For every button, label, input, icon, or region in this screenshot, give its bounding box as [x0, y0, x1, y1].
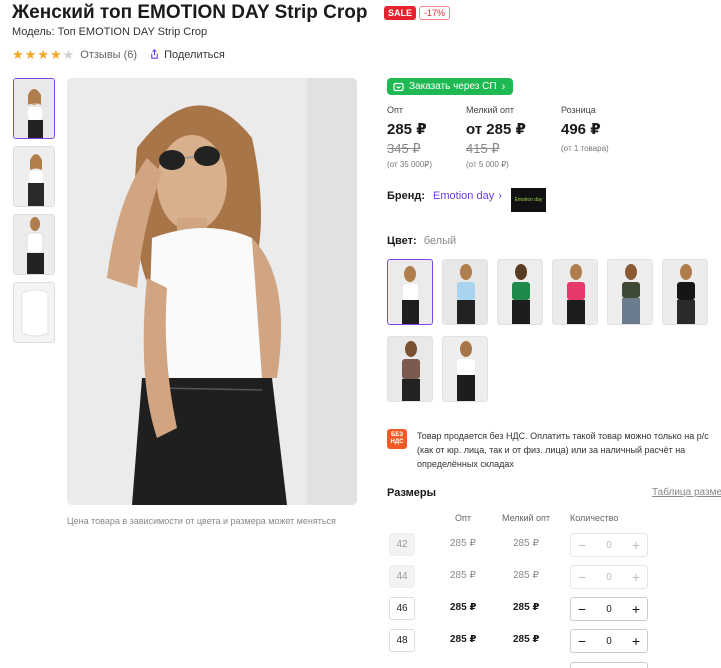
size-chip: 42: [389, 533, 415, 556]
price-label: Розница: [561, 105, 596, 115]
star-icon: ★: [62, 47, 75, 62]
thumbnail-1[interactable]: [13, 78, 55, 139]
price-old: 415 ₽: [466, 141, 500, 156]
color-label: Цвет:: [387, 235, 417, 247]
order-joint-purchase-button[interactable]: Заказать через СП ›: [387, 78, 514, 95]
quantity-stepper: − 0 +: [570, 597, 648, 621]
share-label: Поделиться: [164, 48, 225, 61]
thumbnail-2[interactable]: [13, 146, 55, 207]
swatch-green[interactable]: [497, 259, 543, 325]
minus-icon: −: [577, 569, 587, 585]
cart-icon: [393, 82, 404, 91]
size-chip[interactable]: 48: [389, 629, 415, 652]
star-icon: ★: [37, 47, 49, 62]
reviews-link[interactable]: Отзывы (6): [80, 49, 137, 61]
price-note: (от 35 000₽): [387, 160, 433, 169]
price-wholesale: Опт 285 ₽ 345 ₽ (от 35 000₽): [387, 105, 432, 169]
size-price-small-opt: 285 ₽: [513, 570, 539, 581]
brand-logo[interactable]: Emotion day: [511, 188, 546, 212]
size-price-small-opt: 285 ₽: [513, 602, 540, 613]
size-price-opt: 285 ₽: [450, 570, 476, 581]
vat-notice-text: Товар продается без НДС. Оплатить такой …: [417, 431, 709, 469]
plus-icon[interactable]: +: [629, 601, 643, 617]
product-title: Женский топ EMOTION DAY Strip Crop: [12, 2, 368, 23]
price-variation-caption: Цена товара в зависимости от цвета и раз…: [67, 516, 336, 526]
size-price-opt: 285 ₽: [450, 634, 477, 645]
swatch-brown[interactable]: [387, 336, 433, 402]
no-vat-icon: БЕЗ НДС: [387, 429, 407, 449]
quantity-stepper: − 0 +: [570, 629, 648, 653]
price-note: (от 5 000 ₽): [466, 160, 509, 169]
size-chip[interactable]: 46: [389, 597, 415, 620]
plus-icon[interactable]: +: [629, 633, 643, 649]
quantity-value: 0: [606, 571, 612, 583]
size-price-opt: 285 ₽: [450, 538, 476, 549]
star-icon: ★: [49, 47, 62, 62]
quantity-stepper: − 0 +: [570, 565, 648, 589]
order-button-label: Заказать через СП: [409, 81, 497, 92]
swatch-white[interactable]: [387, 259, 433, 325]
plus-icon: +: [631, 569, 641, 585]
price-note: (от 1 товара): [561, 144, 609, 153]
price-current: 285 ₽: [387, 121, 427, 138]
sizes-title: Размеры: [387, 487, 437, 499]
model-label: Модель: Топ EMOTION DAY Strip Crop: [12, 26, 208, 38]
main-product-photo[interactable]: [67, 78, 357, 505]
plus-icon: +: [631, 537, 641, 553]
col-header-opt: Опт: [455, 513, 471, 523]
price-old: 345 ₽: [387, 141, 421, 156]
sale-badge: SALE: [384, 6, 417, 20]
chevron-right-icon: ›: [498, 190, 502, 202]
chevron-right-icon: ›: [501, 80, 506, 93]
share-button[interactable]: Поделиться: [149, 49, 225, 61]
swatch-olive[interactable]: [607, 259, 653, 325]
size-price-small-opt: 285 ₽: [513, 634, 540, 645]
brand-label: Бренд:: [387, 190, 426, 202]
size-row: 48 285 ₽ 285 ₽ − 0 +: [389, 629, 721, 653]
swatch-pink[interactable]: [552, 259, 598, 325]
price-current: от 285 ₽: [466, 121, 526, 138]
size-price-opt: 285 ₽: [450, 602, 477, 613]
size-table-link[interactable]: Таблица размеров: [652, 487, 721, 498]
quantity-value[interactable]: 0: [606, 604, 612, 615]
price-label: Мелкий опт: [466, 105, 515, 115]
col-header-small-opt: Мелкий опт: [502, 513, 551, 523]
size-chip: 44: [389, 565, 415, 588]
minus-icon[interactable]: −: [575, 601, 589, 617]
brand-link[interactable]: Emotion day: [433, 190, 494, 202]
share-icon: [151, 49, 158, 59]
col-header-qty: Количество: [570, 513, 619, 523]
next-row-stepper-edge: [570, 662, 648, 668]
brand-row: Бренд: Emotion day ›: [387, 190, 502, 202]
size-row: 44 285 ₽ 285 ₽ − 0 +: [389, 565, 721, 589]
rating-row: ★ ★ ★ ★ ★ Отзывы (6) Поделиться: [12, 48, 225, 61]
size-price-small-opt: 285 ₽: [513, 538, 539, 549]
swatch-black[interactable]: [662, 259, 708, 325]
minus-icon: −: [577, 537, 587, 553]
price-retail: Розница 496 ₽ (от 1 товара): [561, 105, 609, 153]
discount-badge: -17%: [419, 6, 451, 20]
size-row: 46 285 ₽ 285 ₽ − 0 +: [389, 597, 721, 621]
price-current: 496 ₽: [561, 121, 601, 138]
vat-notice: БЕЗ НДС Товар продается без НДС. Оплатит…: [387, 429, 721, 471]
price-small-wholesale: Мелкий опт от 285 ₽ 415 ₽ (от 5 000 ₽): [466, 105, 526, 169]
thumbnail-4[interactable]: [13, 282, 55, 343]
star-icon: ★: [12, 47, 24, 62]
quantity-value[interactable]: 0: [606, 636, 612, 647]
star-icon: ★: [24, 47, 37, 62]
price-label: Опт: [387, 105, 403, 115]
thumbnail-3[interactable]: [13, 214, 55, 275]
size-row: 42 285 ₽ 285 ₽ − 0 +: [389, 533, 721, 557]
color-row: Цвет: белый: [387, 235, 456, 247]
thumbnail-list: [13, 78, 55, 343]
quantity-value: 0: [606, 539, 612, 551]
swatch-light-blue[interactable]: [442, 259, 488, 325]
quantity-stepper: − 0 +: [570, 533, 648, 557]
swatch-white-2[interactable]: [442, 336, 488, 402]
rating-stars: ★ ★ ★ ★ ★: [12, 48, 74, 61]
color-swatches: [387, 259, 721, 402]
color-value: белый: [423, 235, 457, 247]
minus-icon[interactable]: −: [575, 633, 589, 649]
